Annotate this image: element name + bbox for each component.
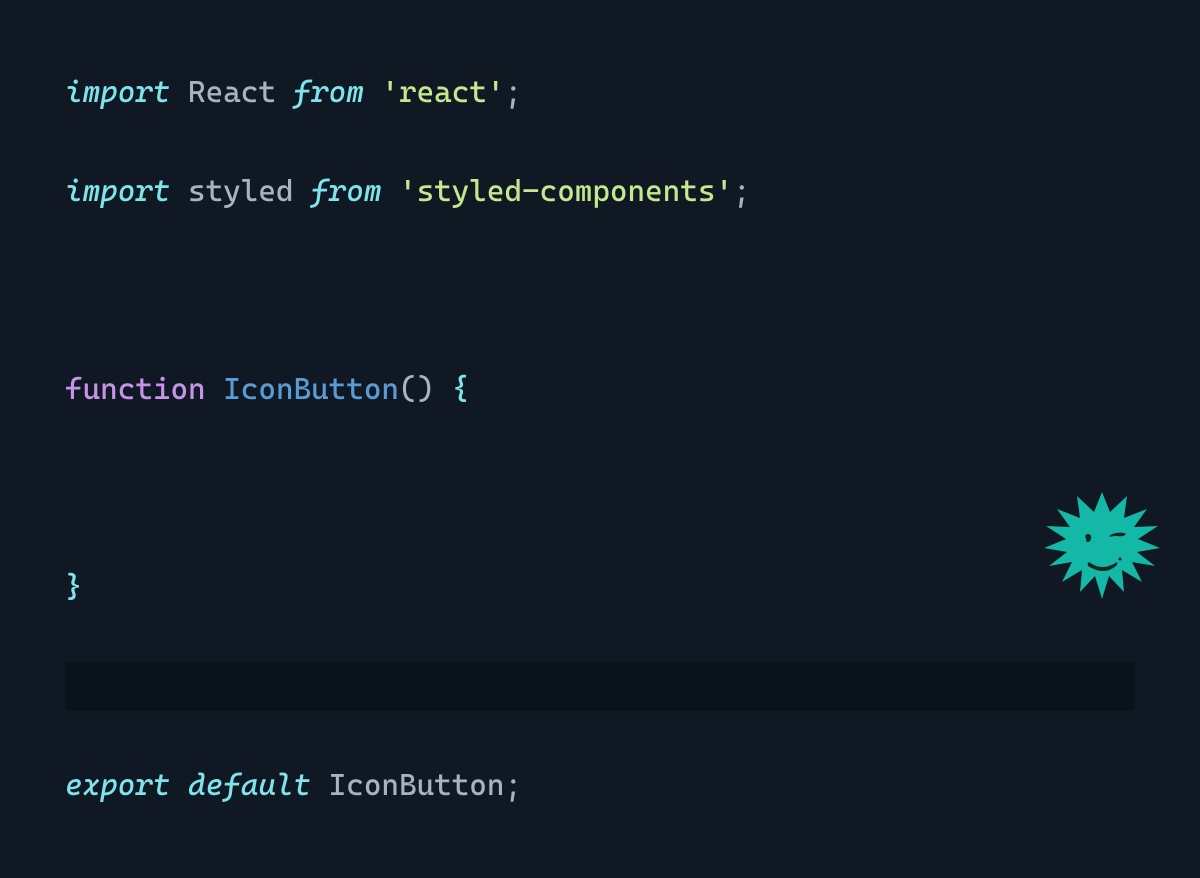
styled-module-string: 'styled-components' — [399, 174, 733, 209]
styled-identifier: styled — [188, 174, 293, 209]
code-line-4: function IconButton() { — [65, 365, 1135, 415]
semicolon: ; — [504, 768, 522, 803]
from-keyword: from — [311, 174, 381, 209]
parens: () — [399, 372, 434, 407]
default-keyword: default — [188, 768, 311, 803]
code-line-6: } — [65, 563, 1135, 613]
code-line-5-empty — [65, 464, 1135, 514]
function-keyword: function — [65, 372, 206, 407]
code-line-7-highlighted — [65, 662, 1135, 712]
react-module-string: 'react' — [381, 75, 504, 110]
code-line-2: import styled from 'styled-components'; — [65, 167, 1135, 217]
react-identifier: React — [188, 75, 276, 110]
iconbutton-name: IconButton — [223, 372, 399, 407]
code-line-8: export default IconButton; — [65, 761, 1135, 811]
export-keyword: export — [65, 768, 170, 803]
code-line-1: import React from 'react'; — [65, 68, 1135, 118]
semicolon: ; — [733, 174, 751, 209]
iconbutton-export: IconButton — [329, 768, 505, 803]
brace-close: } — [65, 570, 83, 605]
mascot-logo-icon — [1032, 484, 1172, 624]
semicolon: ; — [504, 75, 522, 110]
code-block: import React from 'react'; import styled… — [0, 0, 1200, 878]
brace-open: { — [452, 372, 470, 407]
import-keyword: import — [65, 174, 170, 209]
code-line-3-empty — [65, 266, 1135, 316]
from-keyword: from — [294, 75, 364, 110]
import-keyword: import — [65, 75, 170, 110]
